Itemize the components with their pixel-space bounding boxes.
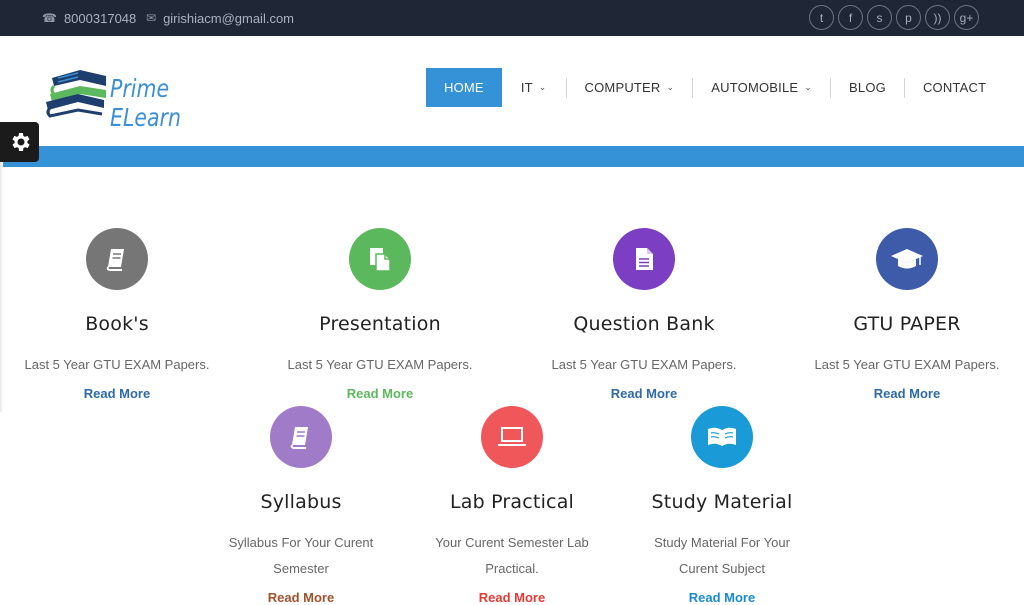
email-address: girishiacm@gmail.com	[163, 10, 295, 26]
top-bar: ☎ 8000317048 ✉ girishiacm@gmail.com t f …	[0, 0, 1024, 36]
feature-syllabus: Syllabus Syllabus For Your Curent Semest…	[201, 406, 401, 605]
feature-description: Last 5 Year GTU EXAM Papers.	[287, 357, 473, 372]
google-plus-icon[interactable]: g+	[954, 5, 979, 30]
read-more-link[interactable]: Read More	[412, 590, 612, 605]
feature-lab-practical: Lab Practical Your Curent Semester Lab P…	[412, 406, 612, 605]
feature-description: Last 5 Year GTU EXAM Papers.	[814, 357, 1000, 372]
main-nav: HOME IT ⌄ COMPUTER ⌄ AUTOMOBILE ⌄ BLOG CONT…	[426, 68, 1004, 107]
graduation-cap-icon[interactable]	[876, 228, 938, 290]
read-more-link[interactable]: Read More	[280, 386, 480, 401]
feature-title: Lab Practical	[449, 491, 575, 513]
read-more-link[interactable]: Read More	[17, 386, 217, 401]
phone-contact[interactable]: ☎ 8000317048	[42, 0, 136, 36]
rss-icon[interactable]: ))	[925, 5, 950, 30]
feature-description: Last 5 Year GTU EXAM Papers.	[24, 357, 210, 372]
pinterest-icon[interactable]: p	[896, 5, 921, 30]
feature-title: Syllabus	[260, 491, 342, 513]
nav-automobile[interactable]: AUTOMOBILE ⌄	[693, 68, 830, 107]
feature-title: Study Material	[651, 491, 793, 513]
feature-gtu-paper: GTU PAPER Last 5 Year GTU EXAM Papers. R…	[807, 228, 1007, 401]
feature-study-material: Study Material Study Material For Your C…	[622, 406, 822, 605]
twitter-icon[interactable]: t	[809, 5, 834, 30]
feature-description: Your Curent Semester Lab Practical.	[435, 535, 589, 576]
nav-home[interactable]: HOME	[426, 68, 502, 107]
read-more-link[interactable]: Read More	[622, 590, 822, 605]
feature-title: Book's	[85, 313, 149, 335]
laptop-icon[interactable]	[481, 406, 543, 468]
skype-icon[interactable]: s	[867, 5, 892, 30]
feature-title: GTU PAPER	[853, 313, 961, 335]
nav-home-label: HOME	[444, 80, 484, 95]
nav-computer[interactable]: COMPUTER ⌄	[567, 68, 693, 107]
books-logo-icon	[46, 70, 106, 118]
accent-band	[0, 146, 1024, 167]
phone-icon: ☎	[42, 11, 57, 25]
envelope-icon: ✉	[146, 11, 157, 25]
read-more-link[interactable]: Read More	[544, 386, 744, 401]
document-icon[interactable]	[613, 228, 675, 290]
chevron-down-icon: ⌄	[804, 82, 813, 92]
nav-contact[interactable]: CONTACT	[905, 68, 1004, 107]
feature-question-bank: Question Bank Last 5 Year GTU EXAM Paper…	[544, 228, 744, 401]
logo-text: Prime ELearn	[110, 74, 181, 132]
feature-books: Book's Last 5 Year GTU EXAM Papers. Read…	[17, 228, 217, 401]
phone-number: 8000317048	[63, 10, 137, 26]
social-links: t f s p )) g+	[809, 5, 979, 30]
nav-blog-label: BLOG	[849, 80, 886, 95]
nav-it[interactable]: IT ⌄	[502, 68, 566, 107]
book-icon[interactable]	[270, 406, 332, 468]
site-header: Prime ELearn HOME IT ⌄ COMPUTER ⌄ AUTOMOBI…	[0, 36, 1024, 146]
feature-description: Syllabus For Your Curent Semester	[228, 535, 374, 576]
nav-automobile-label: AUTOMOBILE	[711, 80, 799, 95]
book-icon[interactable]	[86, 228, 148, 290]
nav-blog[interactable]: BLOG	[831, 68, 904, 107]
side-edge	[0, 162, 3, 412]
gear-icon	[11, 133, 30, 151]
nav-it-label: IT	[520, 80, 533, 95]
nav-computer-label: COMPUTER	[584, 80, 661, 95]
chevron-down-icon: ⌄	[666, 82, 675, 92]
files-icon[interactable]	[349, 228, 411, 290]
feature-description: Last 5 Year GTU EXAM Papers.	[551, 357, 737, 372]
read-more-link[interactable]: Read More	[201, 590, 401, 605]
email-contact[interactable]: ✉ girishiacm@gmail.com	[146, 0, 294, 36]
settings-toggle[interactable]	[0, 122, 39, 162]
facebook-icon[interactable]: f	[838, 5, 863, 30]
read-more-link[interactable]: Read More	[807, 386, 1007, 401]
chevron-down-icon: ⌄	[538, 82, 547, 92]
site-logo[interactable]: Prime ELearn	[44, 64, 214, 132]
open-book-icon[interactable]	[691, 406, 753, 468]
feature-description: Study Material For Your Curent Subject	[654, 535, 790, 576]
feature-title: Presentation	[319, 313, 441, 335]
feature-presentation: Presentation Last 5 Year GTU EXAM Papers…	[280, 228, 480, 401]
nav-contact-label: CONTACT	[922, 80, 987, 95]
feature-title: Question Bank	[573, 313, 715, 335]
